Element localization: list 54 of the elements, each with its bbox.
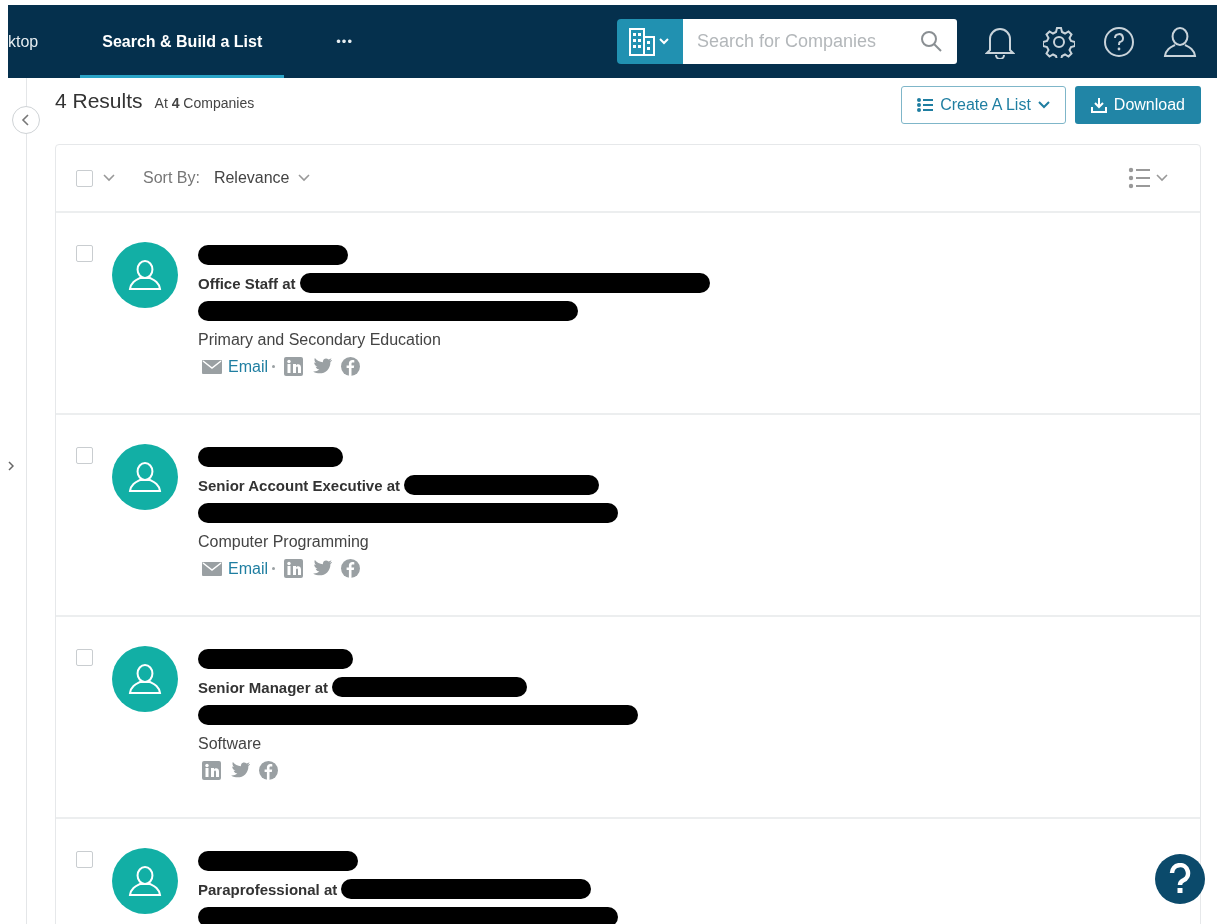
linkedin-icon[interactable]	[284, 357, 303, 376]
help-button[interactable]	[1155, 854, 1205, 904]
envelope-icon	[202, 359, 222, 374]
nav-tab[interactable]: Search & Build a List	[80, 5, 285, 78]
linkedin-icon[interactable]	[284, 559, 303, 578]
industry-text: Primary and Secondary Education	[198, 331, 442, 349]
envelope-icon	[202, 561, 222, 576]
chevron-left-icon	[21, 114, 31, 126]
download-button[interactable]: Download	[1074, 86, 1201, 124]
linkedin-icon[interactable]	[202, 761, 221, 780]
job-title: Senior Account Executive at	[198, 476, 400, 494]
search-icon	[918, 29, 943, 53]
email-link[interactable]: Email	[228, 559, 268, 578]
settings-icon[interactable]	[1042, 25, 1075, 58]
email-link[interactable]: Email	[228, 357, 268, 376]
facebook-icon[interactable]	[341, 357, 360, 376]
question-mark-icon	[1167, 863, 1193, 895]
twitter-icon[interactable]	[312, 560, 332, 577]
create-list-button[interactable]: Create A List	[901, 86, 1066, 124]
twitter-icon[interactable]	[312, 358, 332, 375]
list-view-icon[interactable]	[1128, 167, 1170, 189]
contact-checkbox[interactable]	[76, 851, 93, 868]
caret-icon	[297, 174, 310, 182]
caret-icon	[1037, 101, 1050, 109]
contact-checkbox[interactable]	[76, 649, 93, 666]
contact-checkbox[interactable]	[76, 447, 93, 464]
facebook-icon[interactable]	[341, 559, 360, 578]
download-icon	[1090, 97, 1107, 113]
facebook-icon[interactable]	[259, 761, 278, 780]
job-title: Senior Manager at	[198, 678, 329, 696]
results-count: 4 Results	[55, 89, 143, 113]
chevron-right-icon	[8, 461, 14, 471]
buildings-icon	[627, 26, 672, 57]
sort-label: Sort By:	[143, 169, 200, 187]
companies-summary: At 4 Companies	[154, 95, 255, 111]
separator-dot-icon	[272, 365, 275, 368]
twitter-icon[interactable]	[230, 762, 250, 779]
nav-tab[interactable]: ktop	[8, 5, 53, 78]
contact-checkbox[interactable]	[76, 245, 93, 262]
nav-tab[interactable]: •••	[318, 5, 371, 78]
company-type-dropdown[interactable]	[616, 19, 683, 64]
user-icon[interactable]	[1162, 24, 1197, 59]
list-icon	[917, 98, 934, 112]
job-title: Office Staff at	[198, 274, 296, 292]
job-title: Paraprofessional at	[198, 880, 338, 898]
industry-text: Software	[198, 735, 263, 753]
company-search-field[interactable]: Search for Companies	[682, 19, 957, 64]
caret-icon[interactable]	[103, 174, 115, 182]
help-icon[interactable]	[1102, 25, 1135, 58]
collapse-sidebar-button[interactable]	[12, 106, 40, 134]
select-all-checkbox[interactable]	[76, 169, 93, 187]
separator-dot-icon	[272, 567, 275, 570]
sort-dropdown[interactable]: Relevance	[209, 169, 310, 187]
industry-text: Computer Programming	[198, 533, 370, 551]
